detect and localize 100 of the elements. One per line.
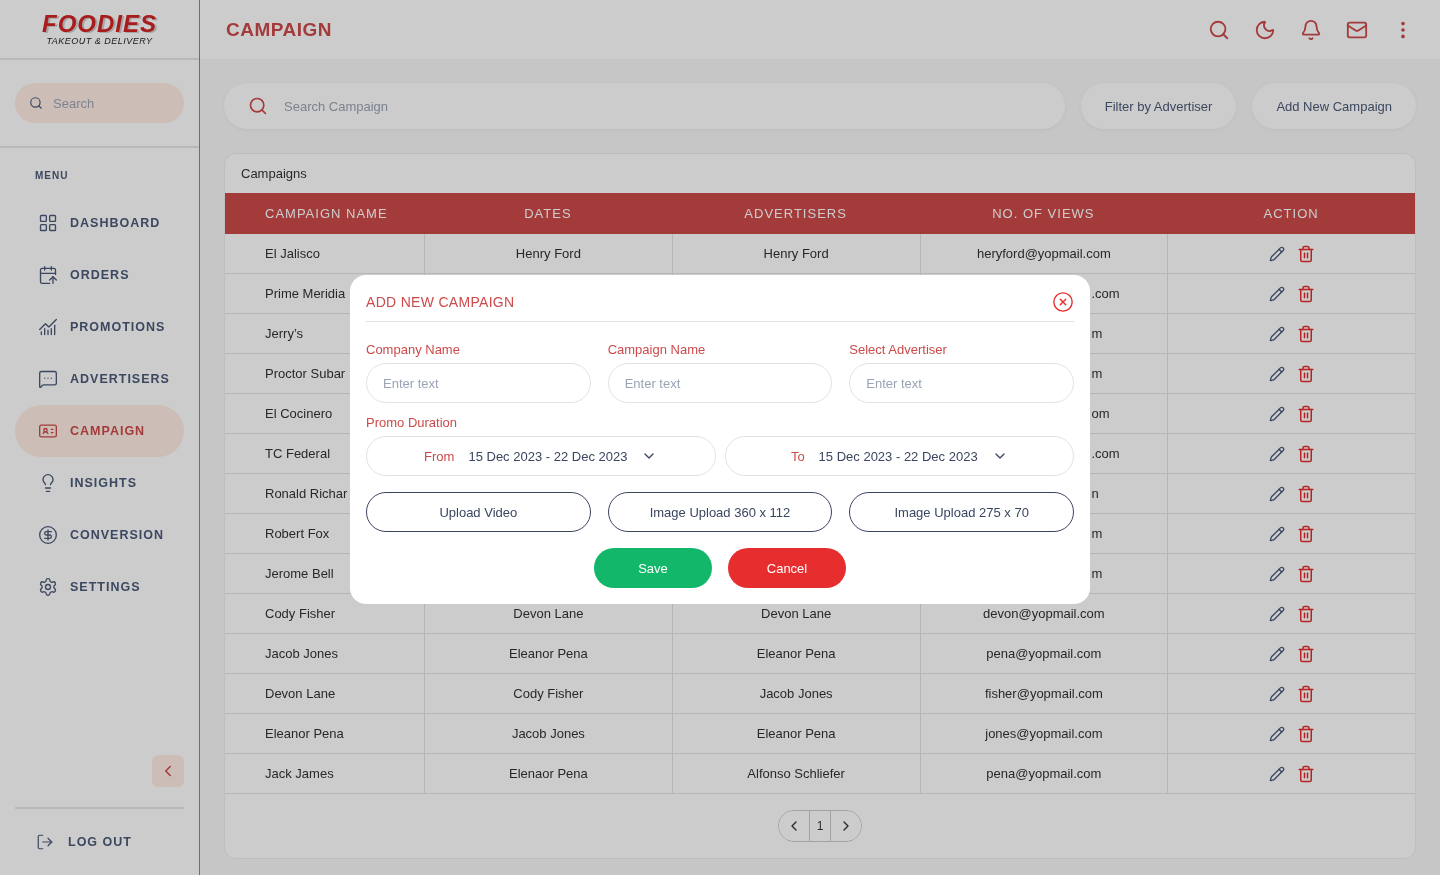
edit-icon[interactable]	[1268, 485, 1285, 502]
delete-icon[interactable]	[1296, 244, 1315, 263]
delete-icon[interactable]	[1296, 724, 1315, 743]
edit-icon[interactable]	[1268, 605, 1285, 622]
text-field[interactable]: Enter text	[366, 363, 591, 403]
table-cell: Eleanor Pena	[671, 714, 920, 754]
edit-icon[interactable]	[1268, 725, 1285, 742]
table-cell: jones@yopmail.com	[919, 714, 1168, 754]
delete-icon[interactable]	[1296, 764, 1315, 783]
search-icon[interactable]	[1208, 18, 1230, 41]
nav-item[interactable]: SETTINGS	[15, 561, 184, 613]
column-header: DATES	[424, 193, 672, 234]
bell-icon[interactable]	[1300, 18, 1322, 41]
delete-icon[interactable]	[1296, 564, 1315, 583]
table-cell: Cody Fisher	[424, 674, 672, 714]
nav-label: ORDERS	[70, 268, 130, 282]
delete-icon[interactable]	[1296, 604, 1315, 623]
table-cell: Henry Ford	[424, 234, 672, 274]
table-cell: fisher@yopmail.com	[919, 674, 1168, 714]
toolbar-button[interactable]: Add New Campaign	[1252, 83, 1416, 129]
table-cell: heryford@yopmail.com	[919, 234, 1168, 274]
nav-item[interactable]: INSIGHTS	[15, 457, 184, 509]
edit-icon[interactable]	[1268, 245, 1285, 262]
sidebar-search-field[interactable]: Search	[15, 83, 184, 123]
nav-item[interactable]: ADVERTISERS	[15, 353, 184, 405]
nav-label: CAMPAIGN	[70, 424, 146, 438]
upload-button[interactable]: Image Upload 360 x 112	[607, 492, 833, 532]
nav-item[interactable]: CAMPAIGN	[15, 405, 184, 457]
table-cell: Elenaor Pena	[424, 754, 672, 794]
edit-icon[interactable]	[1268, 765, 1285, 782]
nav-label: ADVERTISERS	[70, 372, 170, 386]
date-range-select[interactable]: To 15 Dec 2023 - 22 Dec 2023	[724, 436, 1074, 476]
table-cell: Eleanor Pena	[671, 634, 920, 674]
cancel-button[interactable]: Cancel	[728, 548, 846, 588]
search-icon	[248, 96, 268, 116]
text-field[interactable]: Enter text	[849, 363, 1074, 403]
text-field[interactable]: Enter text	[607, 363, 833, 403]
moon-icon[interactable]	[1254, 18, 1276, 41]
delete-icon[interactable]	[1296, 404, 1315, 423]
edit-icon[interactable]	[1268, 325, 1285, 342]
logout-link[interactable]: LOG OUT	[68, 835, 132, 849]
edit-icon[interactable]	[1268, 405, 1285, 422]
edit-icon[interactable]	[1268, 565, 1285, 582]
table-cell: Devon Lane	[225, 674, 424, 714]
nav-label: INSIGHTS	[70, 476, 138, 490]
chart-icon	[38, 317, 58, 337]
delete-icon[interactable]	[1296, 324, 1315, 343]
nav-label: PROMOTIONS	[70, 320, 166, 334]
brand-tagline: TAKEOUT & DELIVERY	[46, 36, 153, 46]
date-range-select[interactable]: From 15 Dec 2023 - 22 Dec 2023	[366, 436, 716, 476]
grid-icon	[38, 213, 58, 233]
card-title: Campaigns	[240, 165, 308, 183]
table-cell: Eleanor Pena	[225, 714, 424, 754]
page-number-button[interactable]: 1	[809, 811, 831, 841]
nav-item[interactable]: DASHBOARD	[15, 197, 184, 249]
campaign-search-field[interactable]: Search Campaign	[224, 83, 1065, 129]
menu-label: MENU	[34, 169, 70, 183]
toolbar-button[interactable]: Filter by Advertiser	[1080, 83, 1237, 129]
calendar-icon	[38, 265, 58, 285]
delete-icon[interactable]	[1296, 484, 1315, 503]
table-cell: Jack James	[225, 754, 424, 794]
delete-icon[interactable]	[1296, 444, 1315, 463]
chat-icon	[38, 369, 58, 389]
delete-icon[interactable]	[1296, 284, 1315, 303]
table-cell: El Jalisco	[225, 234, 424, 274]
delete-icon[interactable]	[1296, 364, 1315, 383]
logout-icon	[36, 833, 54, 851]
close-button[interactable]	[1052, 291, 1074, 313]
table-cell: pena@yopmail.com	[919, 634, 1168, 674]
edit-icon[interactable]	[1268, 285, 1285, 302]
settings-icon	[38, 577, 58, 597]
upload-button[interactable]: Upload Video	[366, 492, 591, 532]
column-header: NO. OF VIEWS	[919, 193, 1168, 234]
edit-icon[interactable]	[1268, 525, 1285, 542]
edit-icon[interactable]	[1268, 365, 1285, 382]
edit-icon[interactable]	[1268, 445, 1285, 462]
delete-icon[interactable]	[1296, 524, 1315, 543]
column-header: CAMPAIGN NAME	[225, 193, 424, 234]
delete-icon[interactable]	[1296, 684, 1315, 703]
dollar-icon	[38, 525, 58, 545]
nav-item[interactable]: ORDERS	[15, 249, 184, 301]
nav-label: SETTINGS	[70, 580, 141, 594]
nav-label: DASHBOARD	[70, 216, 161, 230]
table-cell: pena@yopmail.com	[919, 754, 1168, 794]
column-header: ADVERTISERS	[671, 193, 920, 234]
edit-icon[interactable]	[1268, 645, 1285, 662]
table-cell: Jacob Jones	[225, 634, 424, 674]
delete-icon[interactable]	[1296, 644, 1315, 663]
field-label: Campaign Name	[607, 342, 707, 357]
search-icon	[29, 96, 43, 110]
edit-icon[interactable]	[1268, 685, 1285, 702]
nav-label: CONVERSION	[70, 528, 165, 542]
column-header: ACTION	[1167, 193, 1415, 234]
nav-item[interactable]: PROMOTIONS	[15, 301, 184, 353]
table-cell: Jacob Jones	[671, 674, 920, 714]
table-cell: Alfonso Schliefer	[671, 754, 920, 794]
nav-item[interactable]: CONVERSION	[15, 509, 184, 561]
table-cell: Henry Ford	[671, 234, 920, 274]
upload-button[interactable]: Image Upload 275 x 70	[849, 492, 1074, 532]
table-cell: Eleanor Pena	[424, 634, 672, 674]
